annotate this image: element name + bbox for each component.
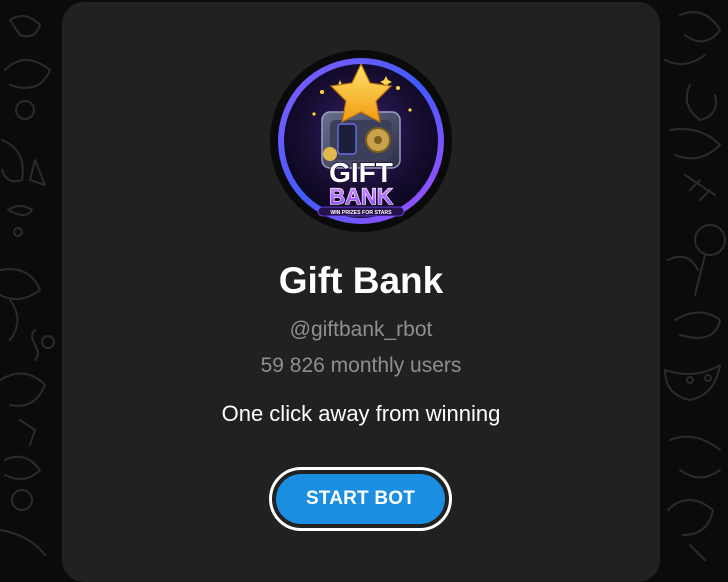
bot-description: One click away from winning bbox=[221, 401, 501, 426]
bot-name: Gift Bank bbox=[278, 260, 444, 301]
logo-tagline: WIN PRIZES FOR STARS bbox=[330, 210, 392, 216]
logo-text-bank: BANK bbox=[329, 184, 393, 209]
start-bot-button-label: START BOT bbox=[276, 474, 445, 524]
monthly-users-count: 59 826 monthly users bbox=[260, 354, 462, 377]
bot-username[interactable]: @giftbank_rbot bbox=[62, 316, 660, 344]
bot-avatar[interactable]: GIFT BANK WIN PRIZES FOR STARS bbox=[270, 50, 452, 232]
start-bot-button[interactable]: START BOT bbox=[269, 467, 452, 531]
bot-info-card: GIFT BANK WIN PRIZES FOR STARS Gift Bank… bbox=[62, 2, 660, 582]
gift-bank-logo: GIFT BANK WIN PRIZES FOR STARS bbox=[270, 50, 452, 232]
